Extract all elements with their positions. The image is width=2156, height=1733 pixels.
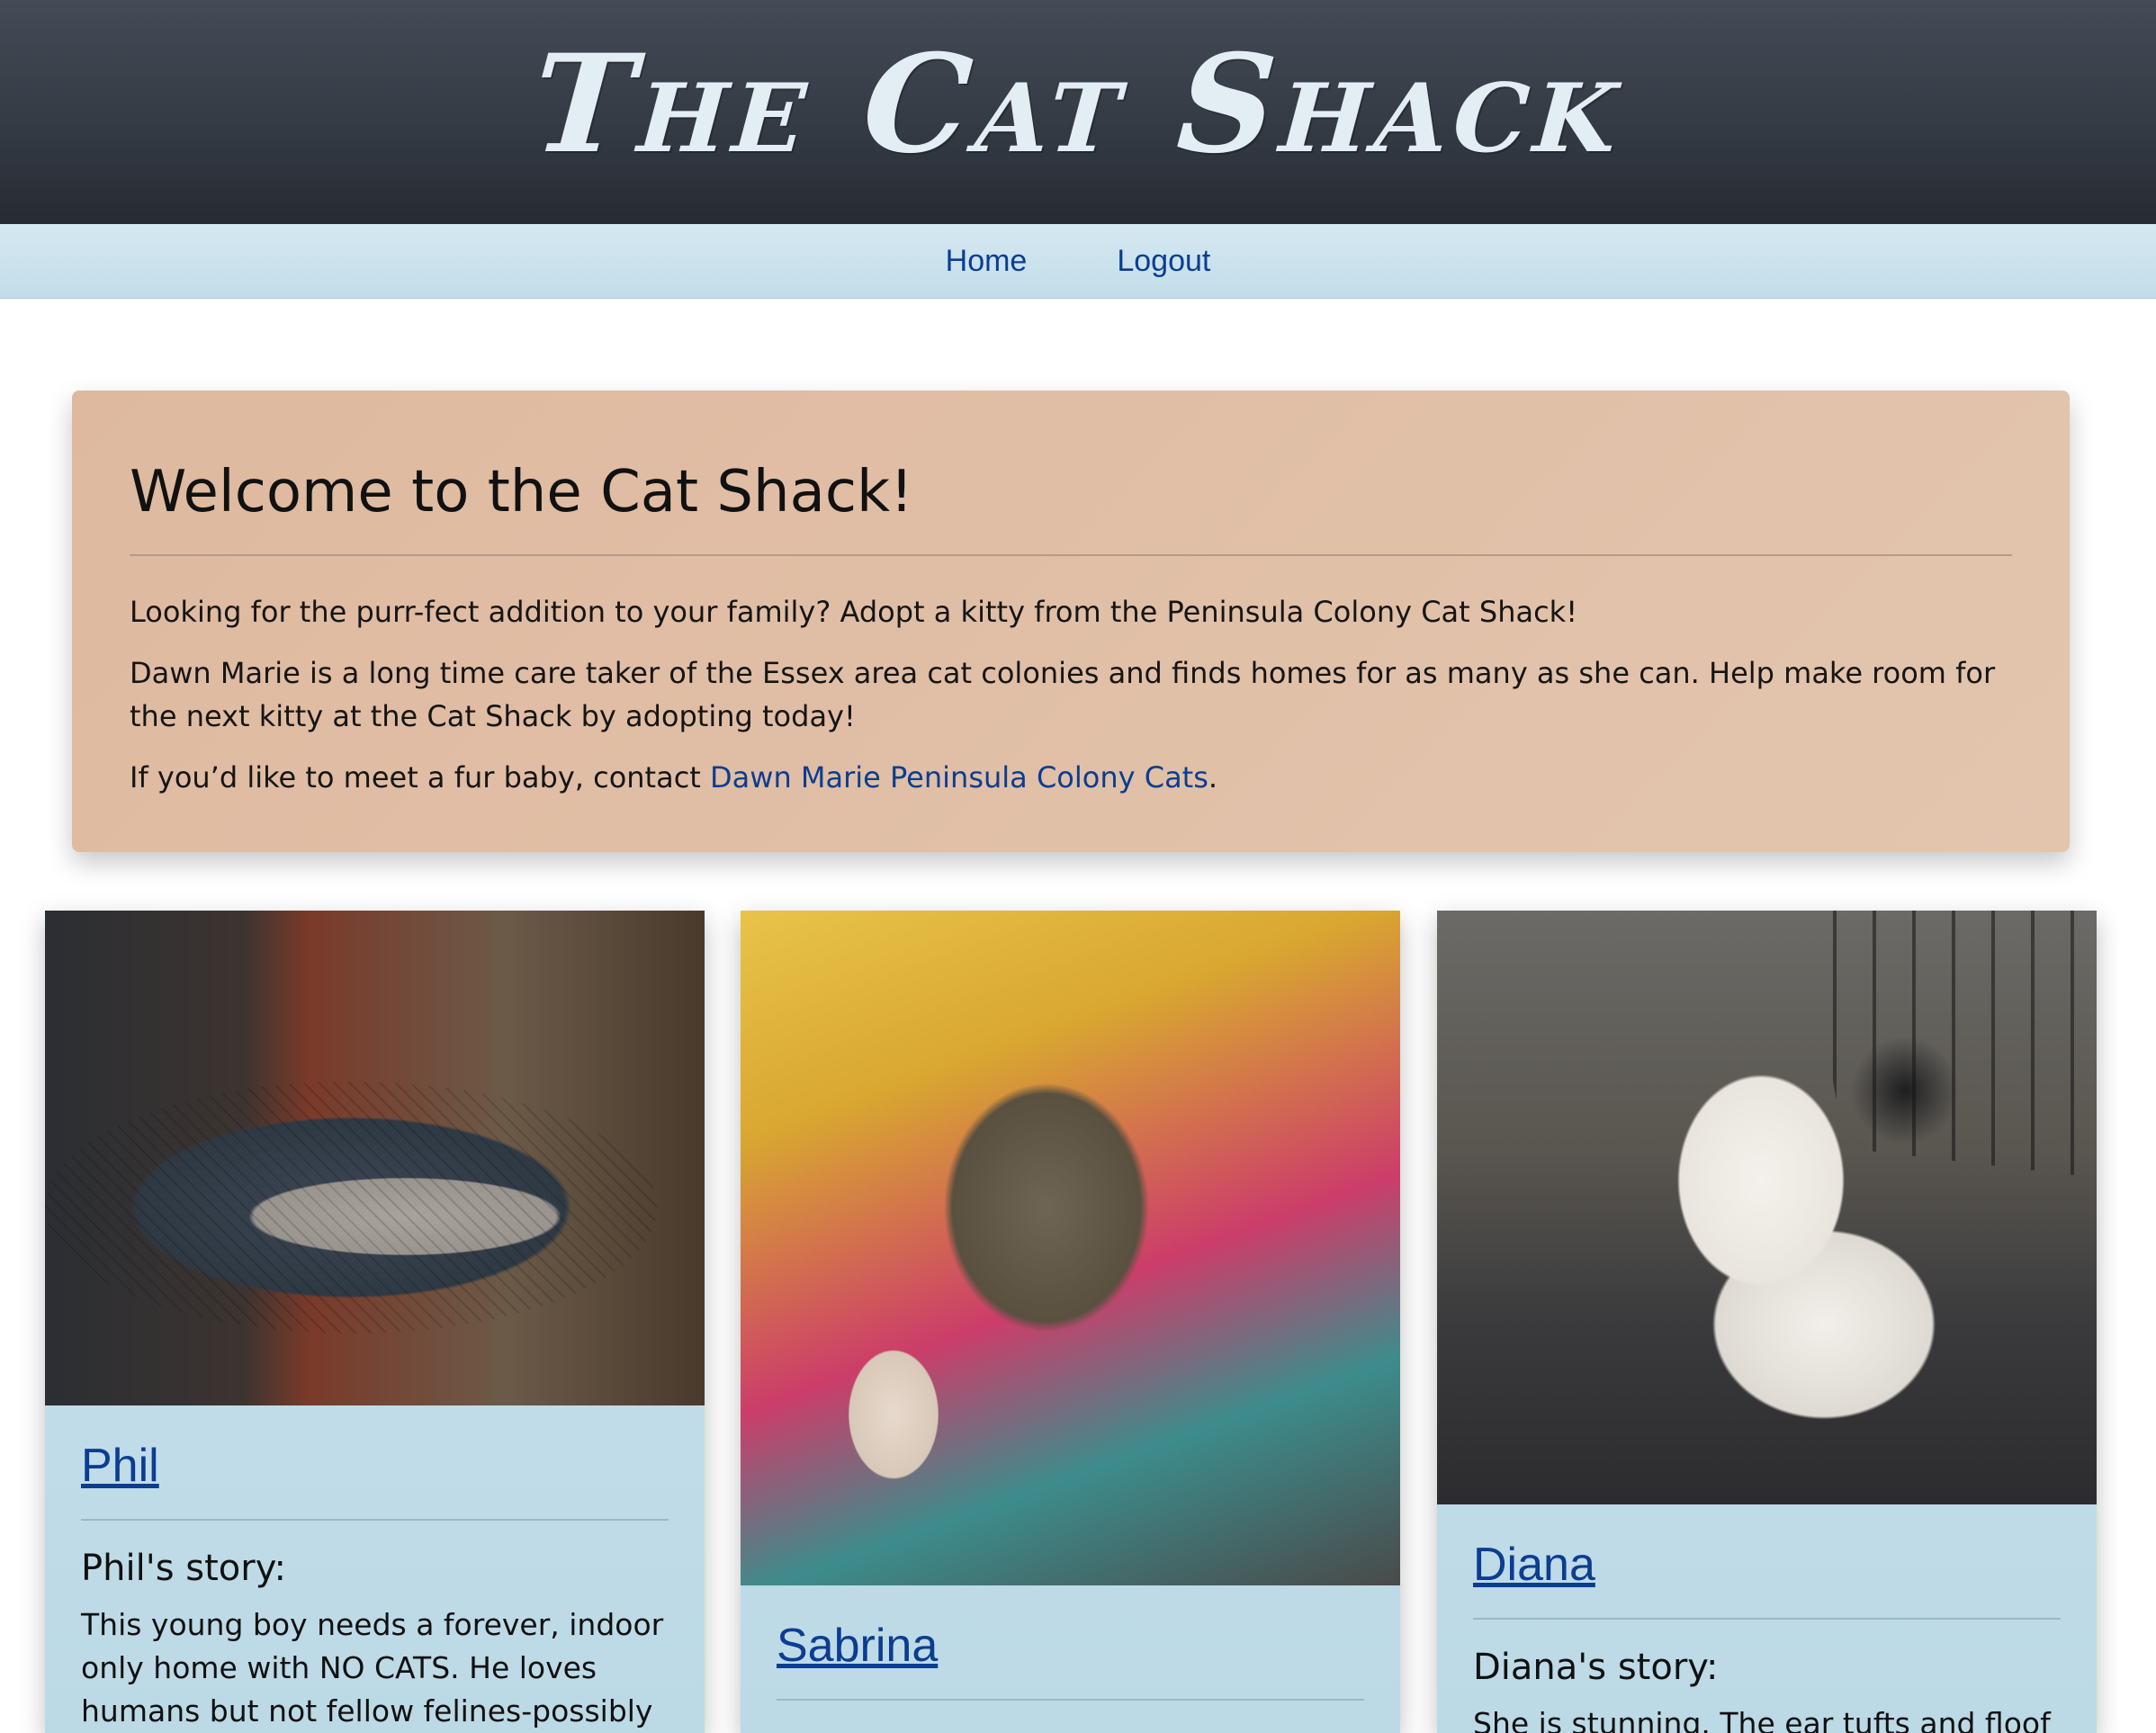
nav-logout-link[interactable]: Logout bbox=[1117, 244, 1210, 279]
site-header: The Cat Shack bbox=[0, 0, 2156, 224]
welcome-paragraph-2: Dawn Marie is a long time care taker of … bbox=[130, 656, 1996, 734]
card-divider bbox=[777, 1699, 1364, 1702]
cat-card-sabrina: Sabrina bbox=[741, 911, 1400, 1733]
welcome-panel: Welcome to the Cat Shack! Looking for th… bbox=[72, 391, 2070, 852]
card-divider bbox=[1473, 1618, 2061, 1621]
cat-name-link[interactable]: Sabrina bbox=[777, 1620, 938, 1672]
story-text: She is stunning. The ear tufts and floof bbox=[1473, 1706, 2051, 1733]
cage-bars bbox=[1800, 911, 2097, 1178]
cat-card-phil: Phil Phil's story: This young boy needs … bbox=[45, 911, 705, 1733]
cat-photo-diana[interactable] bbox=[1437, 911, 2097, 1504]
contact-prefix: If you’d like to meet a fur baby, contac… bbox=[130, 760, 711, 795]
cat-name-link[interactable]: Diana bbox=[1473, 1539, 1595, 1591]
nav-home-link[interactable]: Home bbox=[946, 244, 1028, 279]
site-title: The Cat Shack bbox=[527, 24, 1629, 184]
story-heading: Diana's story: bbox=[1473, 1647, 1719, 1689]
story-text: This young boy needs a forever, indoor o… bbox=[81, 1607, 664, 1729]
cat-card-body: Phil Phil's story: This young boy needs … bbox=[45, 1405, 705, 1733]
contact-suffix: . bbox=[1208, 760, 1218, 795]
welcome-divider bbox=[130, 554, 2012, 557]
main-nav: Home Logout bbox=[0, 224, 2156, 299]
card-divider bbox=[81, 1519, 669, 1522]
welcome-paragraph-3: If you’d like to meet a fur baby, contac… bbox=[130, 756, 2012, 799]
cat-photo-phil[interactable] bbox=[45, 911, 705, 1405]
contact-link[interactable]: Dawn Marie Peninsula Colony Cats bbox=[710, 760, 1208, 795]
cat-card-diana: Diana Diana's story: She is stunning. Th… bbox=[1437, 911, 2097, 1733]
welcome-paragraph-1: Looking for the purr-fect addition to yo… bbox=[130, 595, 1578, 630]
table-mesh bbox=[45, 1082, 657, 1333]
cat-card-body: Sabrina bbox=[741, 1585, 1400, 1702]
cat-card-body: Diana Diana's story: She is stunning. Th… bbox=[1437, 1504, 2097, 1733]
story-heading: Phil's story: bbox=[81, 1548, 286, 1590]
welcome-heading: Welcome to the Cat Shack! bbox=[130, 459, 913, 525]
cat-name-link[interactable]: Phil bbox=[81, 1440, 159, 1492]
cat-photo-sabrina[interactable] bbox=[741, 911, 1400, 1585]
